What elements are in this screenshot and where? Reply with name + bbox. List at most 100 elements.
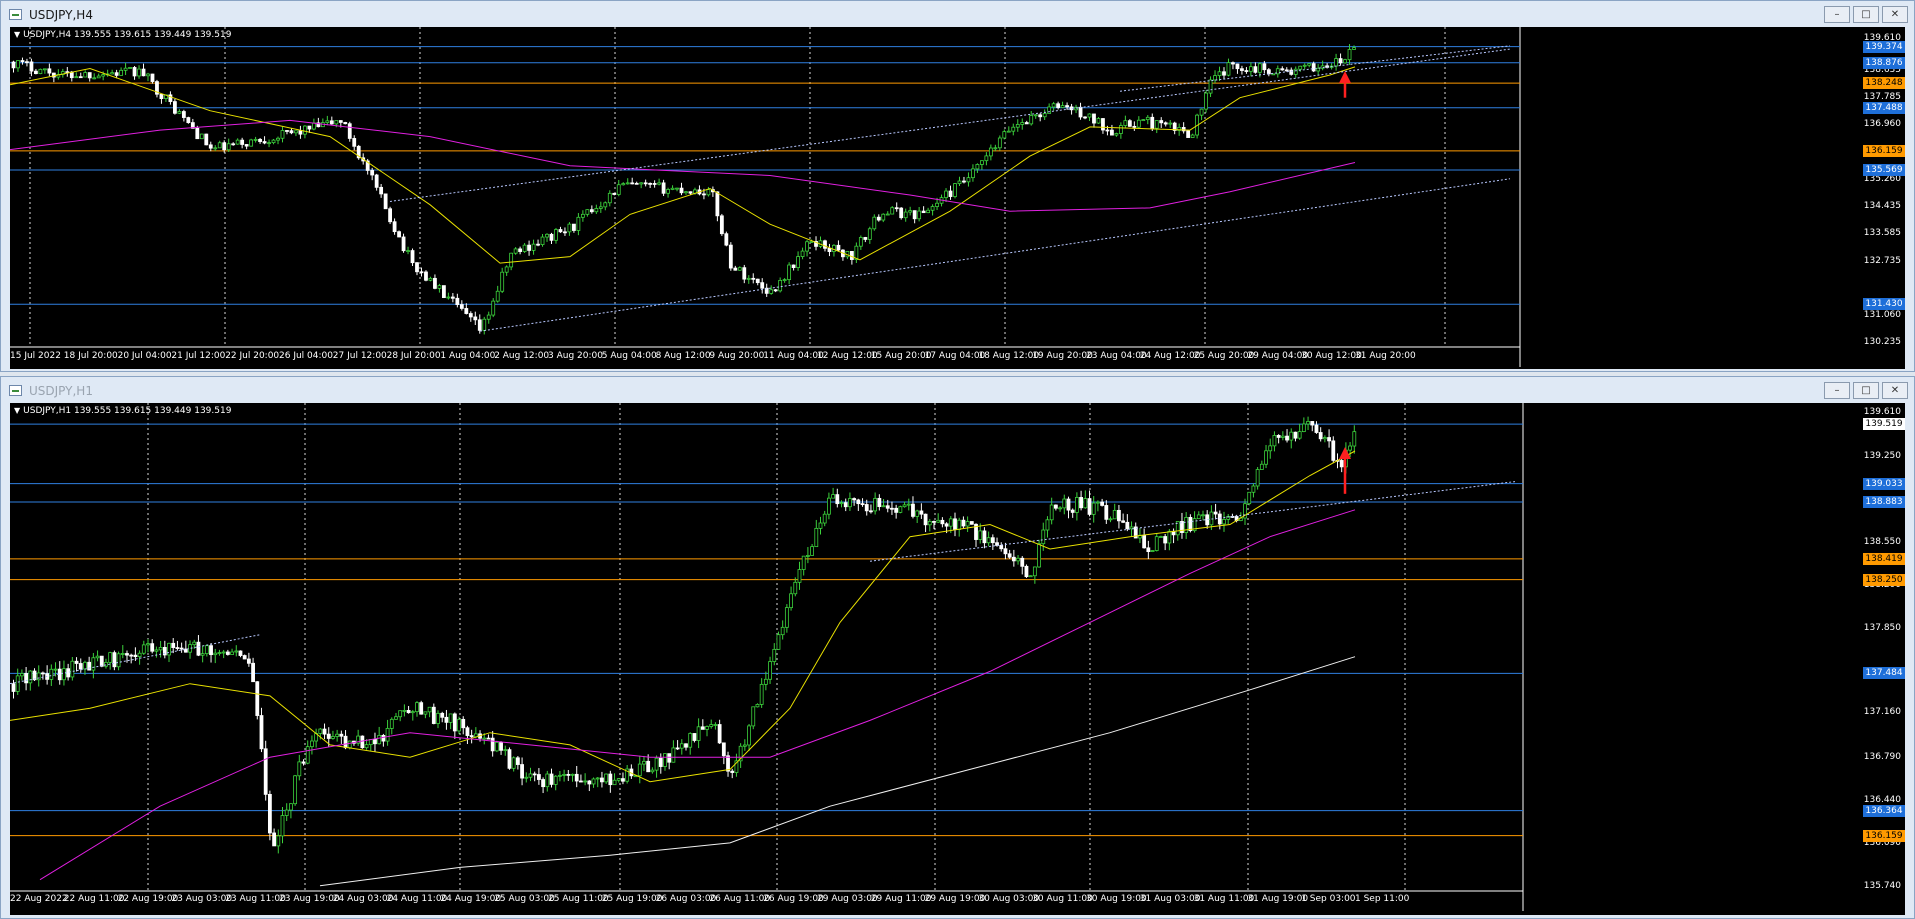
candle-body	[114, 72, 119, 76]
candle-body	[1318, 432, 1323, 440]
candle-body	[856, 499, 861, 505]
candle-body	[392, 221, 397, 233]
candle-body	[881, 213, 886, 221]
candle-body	[490, 737, 495, 752]
dropdown-triangle-icon[interactable]: ▼	[14, 406, 20, 415]
candle-body	[377, 735, 382, 745]
candle-body	[482, 318, 487, 331]
candle-body	[234, 650, 239, 653]
level-price-tag: 137.484	[1863, 667, 1905, 680]
candle-body	[852, 498, 857, 501]
maximize-icon[interactable]: □	[1853, 6, 1879, 23]
candle-body	[742, 267, 747, 280]
candle-body	[1020, 557, 1025, 567]
candle-body	[364, 744, 369, 749]
time-tick-label: 22 Jul 20:00	[225, 351, 280, 361]
candle-body	[872, 216, 877, 230]
candle-body	[975, 164, 980, 170]
candle-body	[486, 314, 491, 320]
candle-body	[259, 715, 264, 750]
candle-body	[15, 675, 20, 692]
candle-body	[129, 654, 134, 657]
time-tick-label: 31 Aug 11:00	[1193, 894, 1255, 904]
candle-body	[835, 494, 840, 505]
candle-body	[616, 184, 621, 195]
window-titlebar[interactable]: USDJPY,H1	[1, 377, 1914, 405]
candle-body	[1352, 431, 1357, 447]
candle-body	[1100, 501, 1105, 506]
candle-body	[473, 316, 478, 321]
candle-body	[108, 652, 113, 663]
candle-body	[836, 244, 841, 251]
candle-body	[1272, 434, 1277, 447]
candle-body	[576, 216, 581, 231]
candle-body	[607, 192, 612, 204]
candle-body	[352, 138, 357, 147]
candle-body	[1049, 504, 1054, 521]
close-icon[interactable]: ✕	[1882, 382, 1908, 399]
candle-body	[289, 130, 294, 134]
window-titlebar[interactable]: USDJPY,H4	[1, 1, 1914, 29]
candle-body	[936, 519, 941, 523]
candle-body	[789, 593, 793, 609]
dropdown-triangle-icon[interactable]: ▼	[14, 30, 20, 39]
candle-body	[1188, 517, 1193, 532]
candle-body	[1058, 507, 1062, 510]
minimize-icon[interactable]: –	[1824, 6, 1850, 23]
candle-body	[666, 189, 670, 194]
candle-body	[917, 210, 922, 220]
close-icon[interactable]: ✕	[1882, 6, 1908, 23]
candle-body	[814, 527, 819, 548]
candle-body	[132, 67, 137, 77]
candle-body	[604, 773, 609, 783]
candle-body	[932, 521, 936, 523]
price-tick-label: 134.435	[1863, 200, 1901, 211]
candle-body	[1042, 113, 1047, 118]
maximize-icon[interactable]: □	[1853, 382, 1879, 399]
candle-body	[301, 761, 306, 764]
candle-body	[818, 522, 823, 529]
candle-body	[335, 733, 340, 737]
candle-body	[692, 733, 697, 741]
candle-body	[1078, 106, 1083, 118]
candle-body	[1163, 122, 1168, 125]
candle-body	[226, 143, 231, 151]
chart-header: ▼ USDJPY,H1 139.555 139.615 139.449 139.5…	[14, 406, 231, 416]
candle-body	[1096, 118, 1101, 124]
price-chart-h1[interactable]: ▼ USDJPY,H1 139.555 139.615 139.449 139.5…	[10, 403, 1905, 915]
candle-body	[759, 683, 764, 705]
trend-line	[479, 178, 1511, 332]
candle-body	[1247, 491, 1252, 505]
candle-body	[24, 673, 29, 684]
candle-body	[953, 183, 957, 197]
time-tick-label: 23 Aug 04:00	[1086, 351, 1147, 361]
candle-body	[969, 521, 974, 525]
chart-window-h1[interactable]: USDJPY,H1 – □ ✕ ▼ USDJPY,H1 139.555 139.6…	[0, 376, 1915, 919]
candle-body	[579, 780, 583, 783]
chart-window-h4[interactable]: USDJPY,H4 – □ ✕ ▼ USDJPY,H4 139.555 139.6…	[0, 0, 1915, 372]
candle-body	[1339, 460, 1344, 468]
candle-body	[398, 710, 403, 718]
candle-body	[1322, 437, 1327, 440]
price-chart-h4[interactable]: ▼ USDJPY,H4 139.555 139.615 139.449 139.5…	[10, 27, 1905, 369]
time-tick-label: 31 Aug 19:00	[1247, 894, 1309, 904]
candle-body	[728, 244, 733, 269]
candle-body	[154, 649, 159, 652]
time-tick-label: 1 Sep 11:00	[1355, 894, 1410, 904]
candle-body	[993, 147, 998, 150]
candle-body	[258, 138, 262, 142]
candle-body	[146, 643, 150, 646]
candle-body	[1222, 518, 1226, 525]
candle-body	[1154, 120, 1159, 129]
candle-body	[1266, 69, 1271, 75]
candle-body	[566, 773, 571, 776]
candle-body	[222, 142, 227, 151]
candle-body	[675, 747, 680, 750]
candle-body	[997, 137, 1002, 149]
candle-body	[558, 774, 562, 777]
candle-body	[957, 180, 962, 185]
price-tick-label: 139.250	[1863, 451, 1901, 462]
price-tick-label: 135.740	[1863, 881, 1901, 891]
minimize-icon[interactable]: –	[1824, 382, 1850, 399]
candle-body	[406, 250, 410, 252]
